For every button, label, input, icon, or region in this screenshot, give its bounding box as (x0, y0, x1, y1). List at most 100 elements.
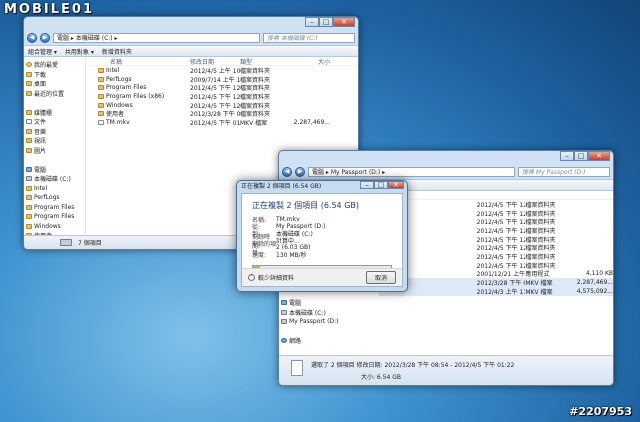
file-date: 2012/4/3 上午 11... (476, 288, 526, 296)
file-row[interactable]: Mac2012/4/5 下午 12...檔案資料夾 (379, 226, 613, 235)
folder-icon (26, 81, 32, 87)
nav-item[interactable]: PerfLogs (26, 193, 85, 203)
close-button[interactable]: ✕ (333, 17, 355, 27)
nav-item[interactable]: 圖片 (26, 146, 85, 156)
minimize-button[interactable]: – (560, 151, 574, 161)
column-type[interactable]: 類型 (240, 57, 290, 66)
file-type: 檔案資料夾 (240, 111, 271, 119)
nav-item[interactable]: 本機磁碟 (C:) (26, 174, 85, 184)
nav-item[interactable]: 桌面 (26, 79, 85, 89)
nav-item[interactable]: 文件 (26, 117, 85, 127)
details-pane: 選取了 2 個項目 修改日期: 2012/3/28 下午 08:54 - 201… (279, 355, 613, 385)
file-row[interactable]: r2012/4/5 下午 12...檔案資料夾 (379, 235, 613, 244)
file-row[interactable]: 2012/4/5 下午 12...檔案資料夾 (379, 261, 613, 270)
address-bar[interactable]: 電腦 ▸ 本機磁碟 (C:) ▸ (53, 33, 260, 43)
nav-item[interactable]: 視訊 (26, 136, 85, 146)
file-type: 應用程式 (525, 271, 550, 279)
nav-item[interactable]: 媒體櫃 (26, 108, 85, 118)
file-type: 檔案資料夾 (240, 67, 271, 75)
nav-item[interactable]: 音樂 (26, 127, 85, 137)
nav-item-label: Windows (34, 222, 61, 230)
file-row[interactable]: Program Files 2012/4/5 下午 12...檔案資料夾 (90, 83, 358, 92)
file-type: 檔案資料夾 (525, 227, 556, 235)
file-type: 檔案資料夾 (525, 262, 556, 270)
organize-button[interactable]: 組合管理 ▾ (28, 47, 57, 56)
file-row[interactable]: 2012/4/5 下午 12...檔案資料夾 (379, 217, 613, 226)
back-button[interactable]: ◀ (282, 167, 292, 177)
file-type: 檔案資料夾 (525, 201, 556, 209)
pc-icon (281, 300, 287, 306)
dialog-title: 正在複製 2 個項目 (6.54 GB) (252, 201, 360, 210)
search-input[interactable]: 搜尋 本機磁碟 (C:) (263, 33, 355, 43)
file-row[interactable]: 2012/4/3 上午 11...MKV 檔案 4,575,092... (379, 286, 613, 296)
folder-icon (26, 185, 32, 191)
maximize-button[interactable]: □ (319, 17, 333, 27)
net-icon (281, 338, 287, 344)
folder-icon (26, 90, 32, 96)
file-row[interactable]: TM.mkv 2012/4/5 下午 01...MKV 檔案 2,287,469..… (90, 118, 358, 127)
file-type: 檔案資料夾 (240, 102, 271, 110)
search-input[interactable]: 搜尋 My Passport (D:) (518, 167, 610, 177)
address-bar[interactable]: 電腦 ▸ My Passport (D:) ▸ (308, 167, 515, 177)
folder-icon (26, 71, 32, 77)
file-date: 2012/4/5 下午 12... (476, 262, 526, 270)
maximize-button[interactable]: □ (374, 181, 388, 189)
less-info-toggle[interactable]: ⌃ 較少詳細資料 (248, 273, 294, 282)
nav-item[interactable]: Intel (26, 184, 85, 194)
column-date[interactable]: 修改日期 (190, 57, 240, 66)
file-name: TM.mkv (90, 119, 190, 126)
watermark: #2207953 (569, 405, 632, 418)
file-name: Intel (90, 67, 190, 74)
folder-icon (26, 214, 32, 220)
nav-item[interactable]: Program Files (26, 212, 85, 222)
minimize-button[interactable]: – (360, 181, 374, 189)
copy-detail-row: 速度: 130 MB/秒 (242, 251, 402, 259)
file-size: 2,287,469... (293, 118, 330, 126)
column-name[interactable]: 名稱 (90, 57, 190, 66)
forward-button[interactable]: ▶ (40, 33, 50, 43)
nav-item-label: Intel (34, 184, 48, 192)
file-name-text: Intel (106, 66, 120, 74)
nav-item[interactable]: 本機磁碟 (C:) (281, 308, 369, 318)
column-size[interactable]: 大小 (290, 57, 330, 66)
navigation-pane: 電腦 本機磁碟 (C:) My Passport (D:) 網路 (279, 295, 369, 355)
folder-icon (26, 128, 32, 134)
nav-item-label: 本機磁碟 (C:) (34, 176, 71, 184)
nav-item (26, 155, 85, 165)
file-row[interactable]: 2012/4/5 下午 12...檔案資料夾 (379, 252, 613, 261)
minimize-button[interactable]: – (305, 17, 319, 27)
new-folder-button[interactable]: 新增資料夾 (102, 47, 132, 56)
close-button[interactable]: ✕ (388, 181, 404, 189)
nav-item[interactable]: Windows (26, 222, 85, 232)
close-button[interactable]: ✕ (588, 151, 610, 161)
nav-item (281, 327, 369, 337)
nav-item[interactable]: 電腦 (281, 298, 369, 308)
file-row[interactable]: 2012/4/5 下午 12...檔案資料夾 (379, 200, 613, 209)
nav-item[interactable]: 最近的位置 (26, 89, 85, 99)
file-date: 2012/4/5 下午 12... (476, 201, 526, 209)
file-row[interactable]: Windows 2012/4/5 下午 12...檔案資料夾 (90, 101, 358, 110)
file-row[interactable]: 2012/4/5 下午 12...檔案資料夾 (379, 243, 613, 252)
nav-item[interactable]: 電腦 (26, 165, 85, 175)
back-button[interactable]: ◀ (27, 33, 37, 43)
file-row[interactable]: Intel 2012/4/5 上午 10...檔案資料夾 (90, 66, 358, 75)
maximize-button[interactable]: □ (574, 151, 588, 161)
file-type: 檔案資料夾 (240, 93, 271, 101)
file-row[interactable]: 使用者 2012/3/28 下午 0...檔案資料夾 (90, 109, 358, 118)
forward-button[interactable]: ▶ (295, 167, 305, 177)
file-row[interactable]: 2001/12/21 上午...應用程式 4,110 KB (379, 270, 613, 279)
file-row[interactable]: 2012/3/28 下午 0...MKV 檔案 2,287,469... (379, 278, 613, 287)
nav-item[interactable]: Program Files (26, 203, 85, 213)
nav-item[interactable]: 下載 (26, 70, 85, 80)
nav-item[interactable]: 網路 (281, 336, 369, 346)
file-name-text: Program Files (x86) (106, 92, 165, 100)
file-row[interactable]: PerfLogs 2009/7/14 上午 1...檔案資料夾 (90, 75, 358, 84)
drive-icon (26, 176, 32, 182)
nav-item[interactable]: My Passport (D:) (281, 317, 369, 327)
cancel-button[interactable]: 取消 (365, 271, 396, 284)
share-button[interactable]: 共用對象 ▾ (65, 47, 94, 56)
nav-item-label: 文件 (34, 119, 47, 127)
file-row[interactable]: 2012/4/5 下午 12...檔案資料夾 (379, 209, 613, 218)
file-row[interactable]: Program Files (x86) 2012/4/5 下午 12...檔案資料… (90, 92, 358, 101)
nav-item[interactable]: 我的最愛 (26, 60, 85, 70)
